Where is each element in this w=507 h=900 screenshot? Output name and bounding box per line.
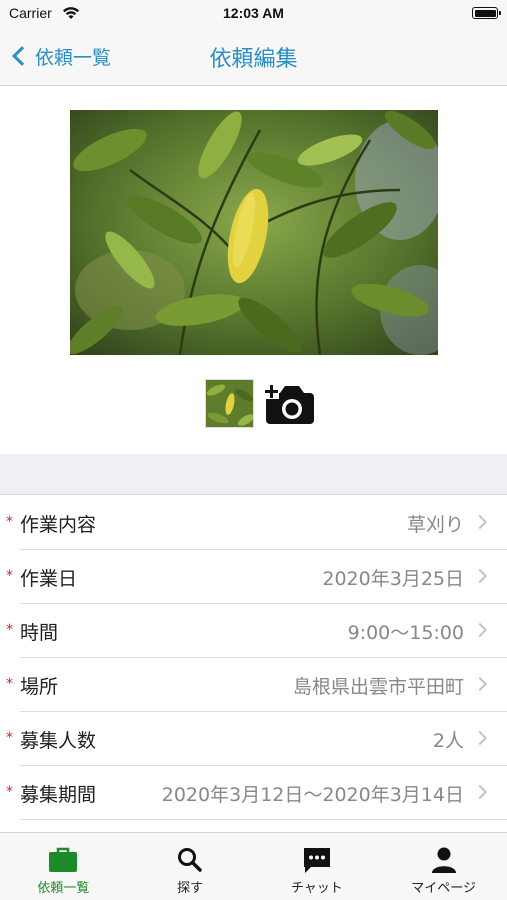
required-mark: * [6, 676, 13, 692]
tab-label: 探す [177, 881, 204, 896]
row-label: 作業内容 [20, 514, 97, 536]
main-photo [70, 110, 438, 355]
chevron-right-icon [472, 622, 488, 638]
form-row-headcount[interactable]: * 募集人数 2人 [0, 712, 507, 766]
row-value: 2人 [432, 730, 464, 752]
tab-bar: 依頼一覧 探す チャット マイページ [0, 832, 507, 900]
add-camera-icon[interactable] [264, 380, 316, 426]
form-row-location[interactable]: * 場所 島根県出雲市平田町 [0, 658, 507, 712]
clock: 12:03 AM [223, 5, 284, 21]
required-mark: * [6, 730, 13, 746]
chevron-right-icon [472, 568, 488, 584]
required-mark: * [6, 784, 13, 800]
row-label: 時間 [20, 622, 59, 644]
row-value: 2020年3月12日～2020年3月14日 [161, 784, 464, 806]
required-mark: * [6, 568, 13, 584]
tab-search[interactable]: 探す [127, 833, 254, 900]
required-mark: * [6, 622, 13, 638]
form-row-work-content[interactable]: * 作業内容 草刈り [0, 496, 507, 550]
chevron-right-icon [472, 784, 488, 800]
row-value: 9:00～15:00 [347, 622, 464, 644]
navigation-bar: 依頼一覧 依頼編集 [0, 28, 507, 86]
row-value: 島根県出雲市平田町 [292, 676, 464, 698]
chevron-right-icon [472, 730, 488, 746]
chevron-right-icon [472, 676, 488, 692]
row-value: 草刈り [406, 514, 464, 536]
tab-request-list[interactable]: 依頼一覧 [0, 833, 127, 900]
page-title: 依頼編集 [209, 47, 298, 72]
request-form: * 作業内容 草刈り * 作業日 2020年3月25日 * 時間 9:00～15… [0, 496, 507, 820]
chevron-right-icon [472, 514, 488, 530]
chat-icon [303, 848, 330, 873]
row-value: 2020年3月25日 [322, 568, 464, 590]
section-separator [0, 454, 507, 495]
photo-thumbnail[interactable] [205, 379, 254, 428]
required-mark: * [6, 514, 13, 530]
row-label: 作業日 [20, 568, 78, 590]
tab-label: チャット [290, 881, 343, 896]
person-icon [431, 847, 456, 873]
row-label: 募集人数 [20, 730, 97, 752]
battery-icon [472, 7, 501, 19]
search-icon [178, 848, 202, 872]
tab-label: 依頼一覧 [37, 881, 90, 896]
form-row-time[interactable]: * 時間 9:00～15:00 [0, 604, 507, 658]
row-label: 募集期間 [20, 784, 97, 806]
form-row-work-date[interactable]: * 作業日 2020年3月25日 [0, 550, 507, 604]
tab-my-page[interactable]: マイページ [380, 833, 507, 900]
row-label: 場所 [20, 676, 59, 698]
photo-section [0, 86, 507, 454]
tab-chat[interactable]: チャット [254, 833, 381, 900]
briefcase-icon [49, 847, 78, 872]
status-bar: Carrier 12:03 AM [0, 0, 507, 28]
form-row-recruit-period[interactable]: * 募集期間 2020年3月12日～2020年3月14日 [0, 766, 507, 820]
tab-label: マイページ [411, 881, 476, 896]
